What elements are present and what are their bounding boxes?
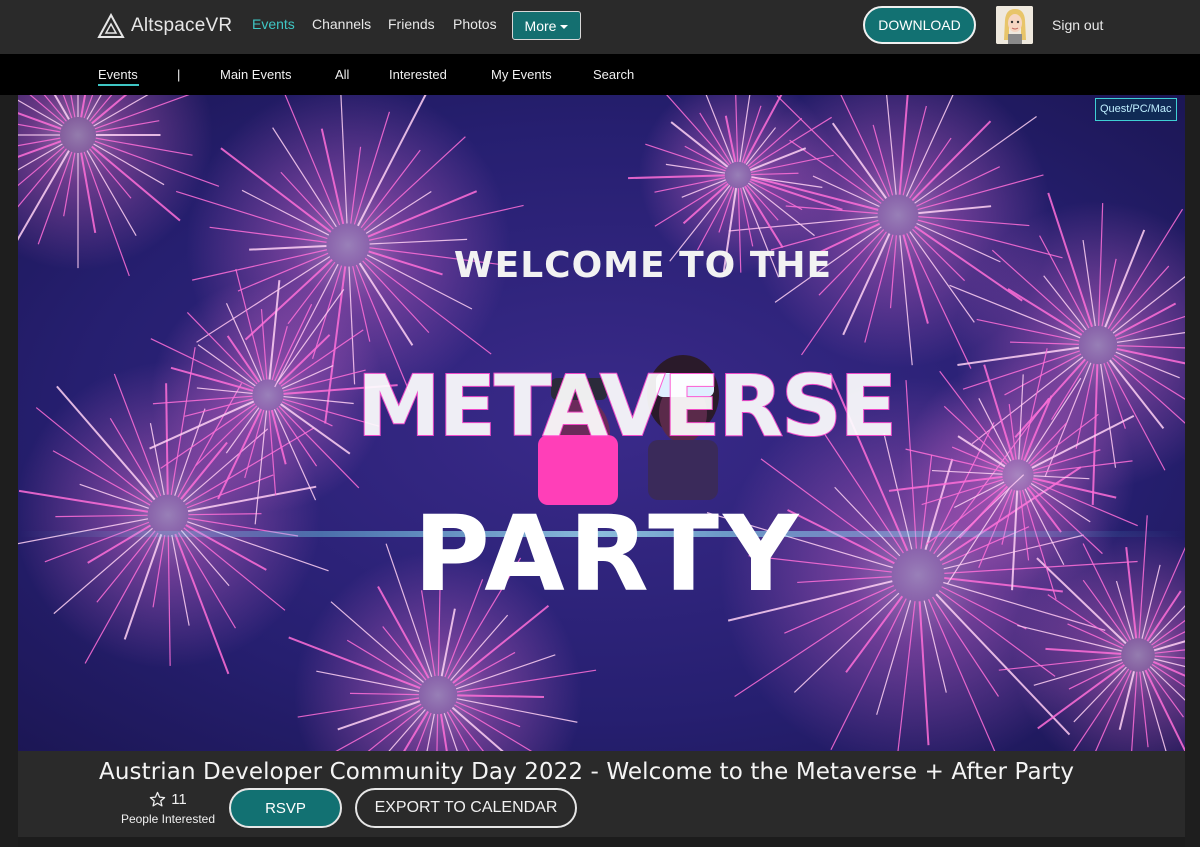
headline-metaverse: METAVERSE <box>357 357 895 455</box>
subnav-my-events[interactable]: My Events <box>491 67 552 82</box>
export-to-calendar-button[interactable]: EXPORT TO CALENDAR <box>355 788 577 828</box>
interested-counter[interactable]: 11 People Interested <box>118 789 218 827</box>
page-footer-strip <box>18 837 1185 847</box>
nav-photos[interactable]: Photos <box>453 16 497 32</box>
more-dropdown-button[interactable]: More <box>512 11 581 40</box>
fireworks-artwork: WELCOME TO THE METAVERSE PARTY <box>18 95 1185 751</box>
rsvp-button[interactable]: RSVP <box>229 788 342 828</box>
more-label: More <box>524 17 557 34</box>
subnav-all[interactable]: All <box>335 67 349 82</box>
top-navbar: AltspaceVR Events Channels Friends Photo… <box>0 0 1200 54</box>
caret-down-icon <box>560 24 569 29</box>
brand-name: AltspaceVR <box>131 15 233 36</box>
interested-count: 11 <box>171 790 187 808</box>
user-avatar[interactable] <box>996 6 1033 44</box>
nav-channels[interactable]: Channels <box>312 16 371 32</box>
platform-badge: Quest/PC/Mac <box>1095 98 1177 121</box>
altspace-triangle-icon <box>97 13 125 38</box>
active-tab-indicator <box>98 84 139 86</box>
star-outline-icon[interactable] <box>149 791 166 808</box>
events-subnav: Events | Main Events All Interested My E… <box>0 54 1200 95</box>
nav-friends[interactable]: Friends <box>388 16 435 32</box>
subnav-main-events[interactable]: Main Events <box>220 67 292 82</box>
subnav-events[interactable]: Events <box>98 67 138 82</box>
interested-label: People Interested <box>120 812 216 826</box>
event-title: Austrian Developer Community Day 2022 - … <box>99 759 1075 785</box>
headline-top: WELCOME TO THE <box>454 245 832 286</box>
avatar-image <box>996 6 1033 44</box>
headline-party: PARTY <box>414 493 803 615</box>
brand-logo[interactable]: AltspaceVR <box>97 11 232 41</box>
download-button[interactable]: DOWNLOAD <box>863 6 976 44</box>
sign-out-link[interactable]: Sign out <box>1052 17 1103 33</box>
subnav-search[interactable]: Search <box>593 67 634 82</box>
subnav-interested[interactable]: Interested <box>389 67 447 82</box>
nav-events[interactable]: Events <box>252 16 295 32</box>
subnav-separator: | <box>177 67 181 82</box>
event-hero-image: WELCOME TO THE METAVERSE PARTY <box>18 95 1185 751</box>
